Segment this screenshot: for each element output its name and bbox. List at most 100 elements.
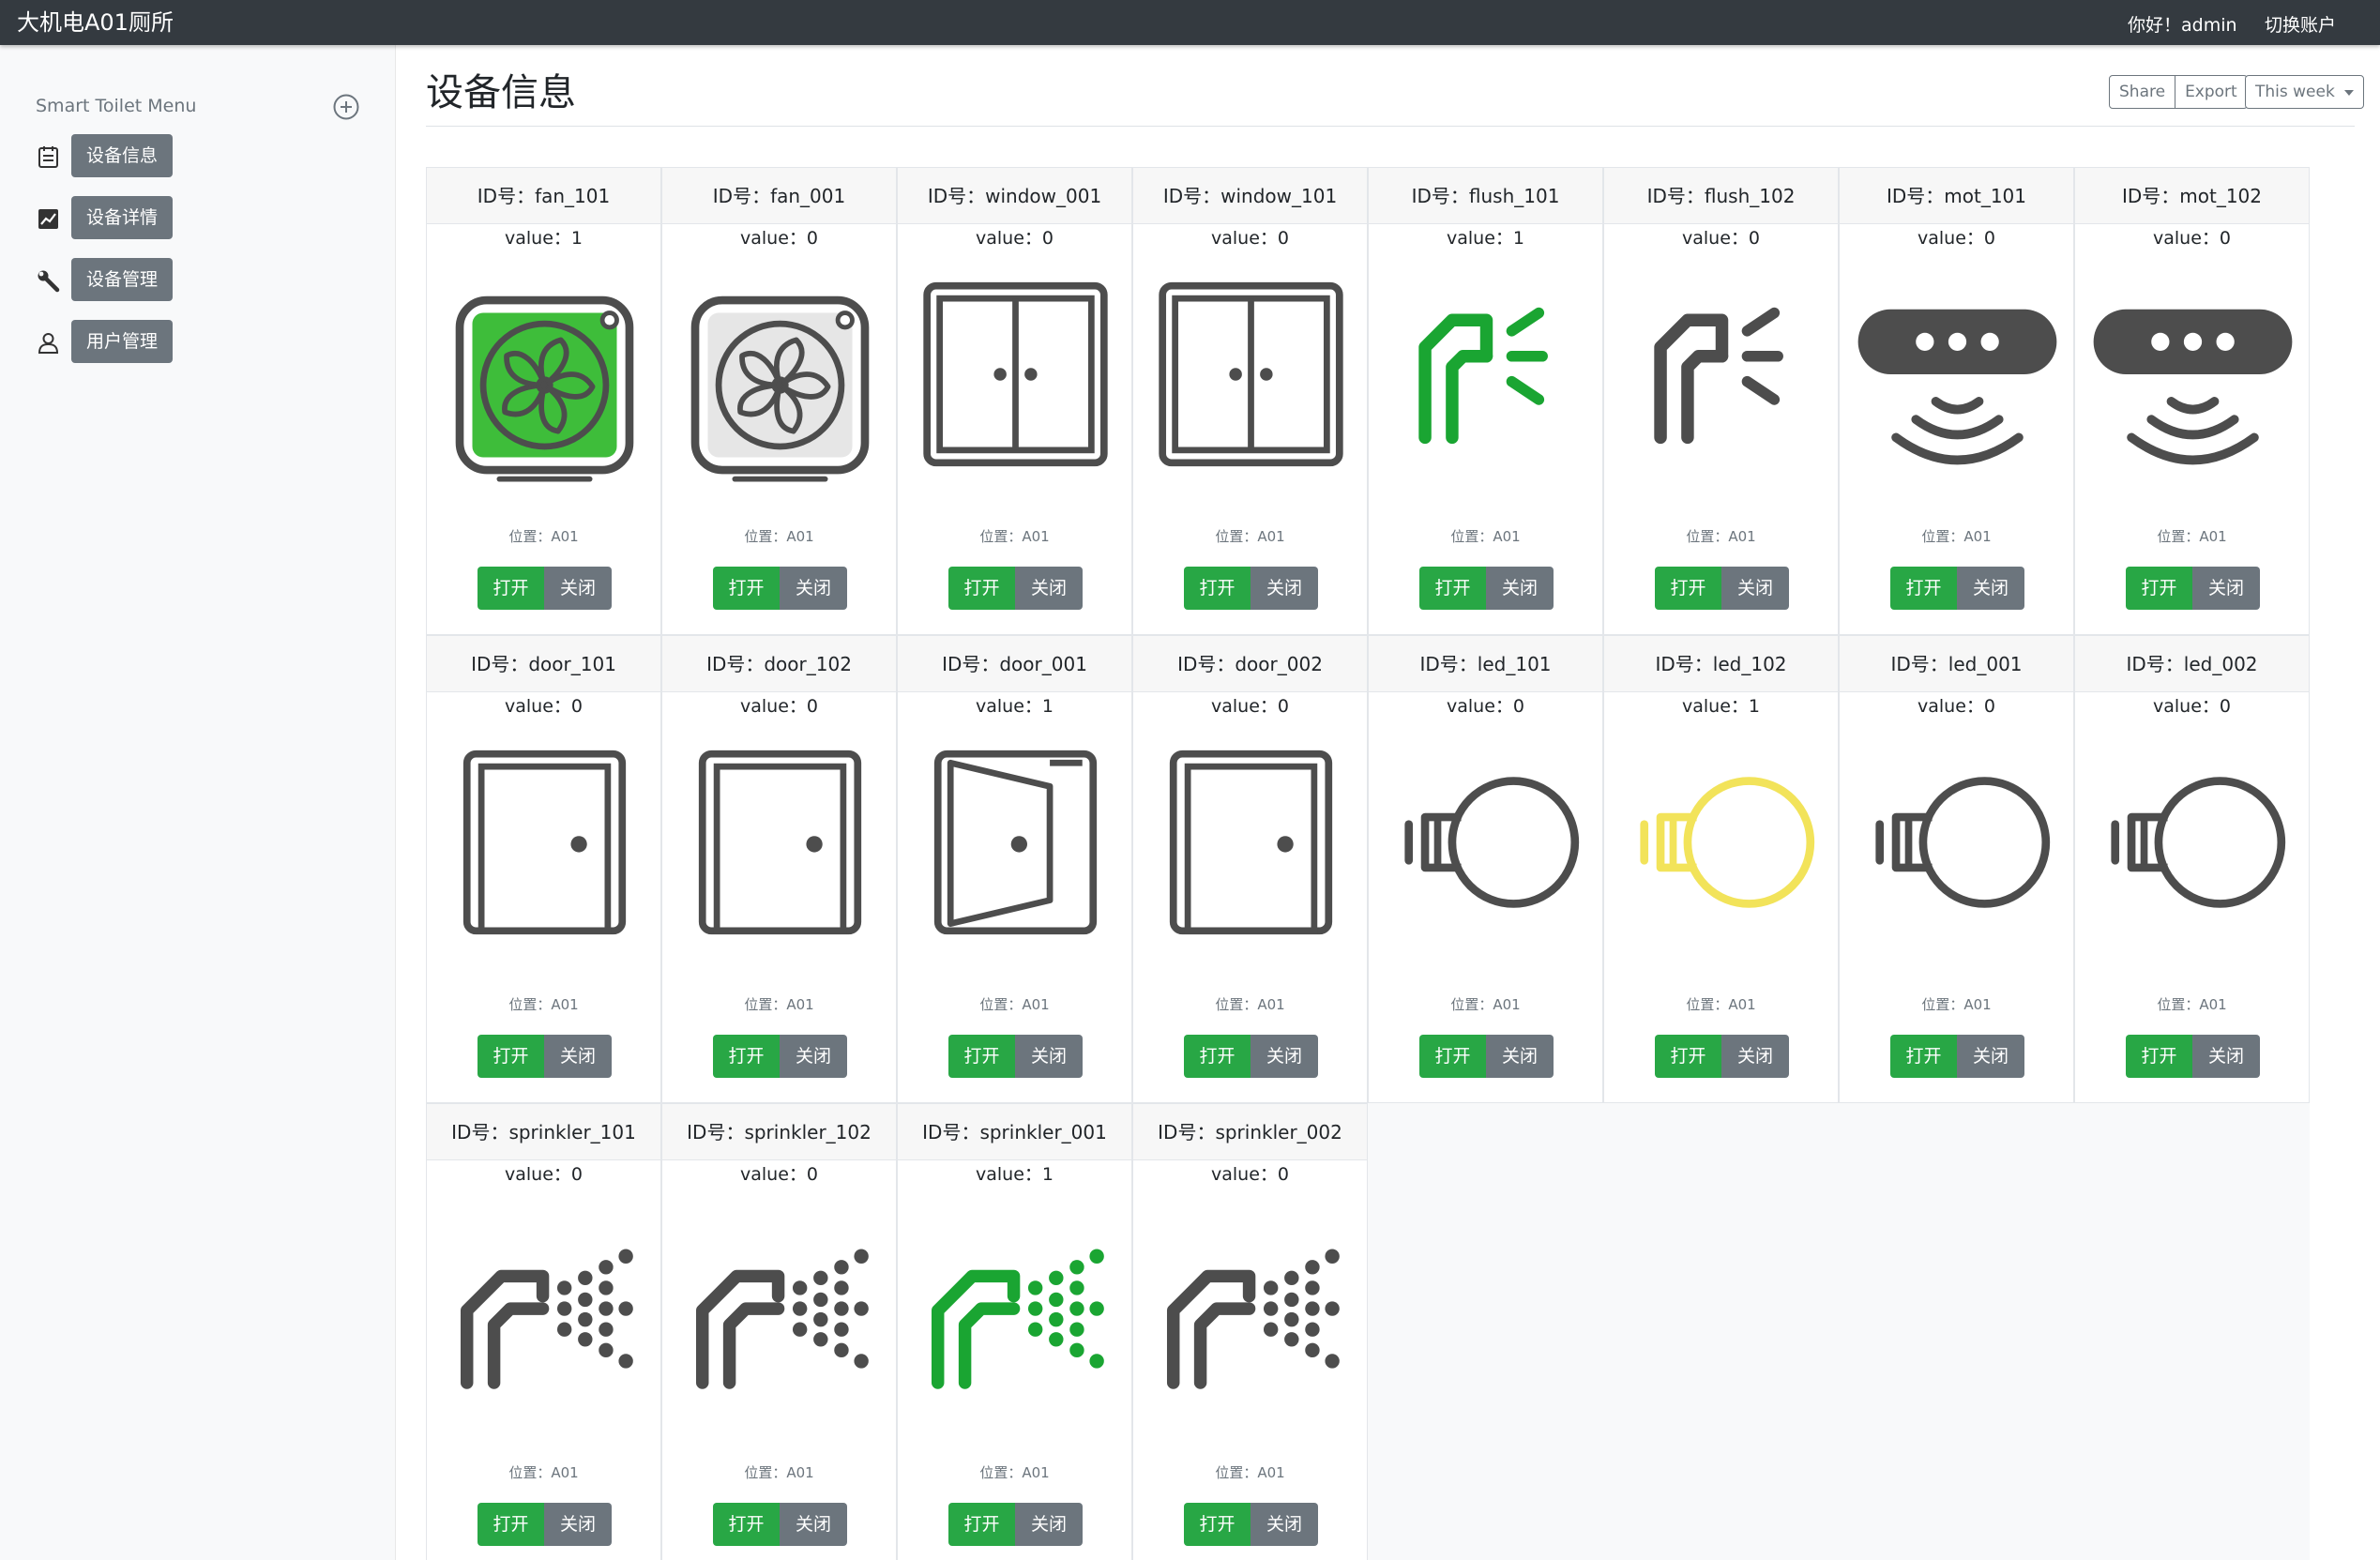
close-button[interactable]: 关闭 — [780, 1503, 847, 1546]
sidebar-item-label[interactable]: 用户管理 — [71, 320, 174, 363]
sidebar-item-label[interactable]: 设备信息 — [71, 134, 174, 177]
device-id: ID号：door_101 — [427, 636, 660, 692]
date-range-label: This week — [2255, 83, 2335, 101]
light-bulb-icon — [1404, 777, 1580, 908]
window-icon — [923, 281, 1108, 467]
sidebar-item-device-info[interactable]: 设备信息 — [36, 134, 317, 177]
close-button[interactable]: 关闭 — [1251, 1503, 1318, 1546]
device-button-group: 打开 关闭 — [1419, 1035, 1554, 1078]
door-icon-wrapper — [1143, 730, 1359, 955]
user-icon — [38, 333, 59, 354]
device-id: ID号：mot_102 — [2075, 168, 2309, 224]
open-button[interactable]: 打开 — [478, 567, 544, 610]
sidebar-item-label[interactable]: 设备详情 — [71, 196, 174, 239]
device-id: ID号：sprinkler_002 — [1133, 1104, 1367, 1160]
sidebar: Smart Toilet Menu 设备信息 设备详情 设备管理 用户管理 — [0, 45, 396, 1560]
close-button[interactable]: 关闭 — [1251, 1035, 1318, 1078]
date-range-dropdown[interactable]: This week — [2245, 75, 2364, 109]
open-button[interactable]: 打开 — [713, 1503, 780, 1546]
device-location: 位置：A01 — [744, 996, 814, 1013]
close-button[interactable]: 关闭 — [1486, 1035, 1554, 1078]
close-button[interactable]: 关闭 — [544, 567, 612, 610]
sprinkler-icon — [931, 1249, 1104, 1389]
close-button[interactable]: 关闭 — [1015, 1503, 1083, 1546]
open-button[interactable]: 打开 — [948, 567, 1015, 610]
device-card: ID号：sprinkler_102 value：0 位置：A01 打开 关闭 — [661, 1103, 897, 1560]
open-button[interactable]: 打开 — [1184, 1035, 1251, 1078]
device-value: value：0 — [740, 696, 818, 717]
device-location: 位置：A01 — [508, 996, 579, 1013]
device-id: ID号：fan_001 — [662, 168, 896, 224]
app-title[interactable]: 大机电A01厕所 — [17, 9, 174, 36]
close-button[interactable]: 关闭 — [2192, 567, 2260, 610]
device-location: 位置：A01 — [1686, 528, 1756, 545]
light-bulb-icon — [1640, 777, 1815, 908]
device-card: ID号：door_101 value：0 位置：A01 打开 关闭 — [426, 635, 661, 1103]
sprinkler-icon-wrapper — [436, 1198, 653, 1423]
close-button[interactable]: 关闭 — [544, 1035, 612, 1078]
open-button[interactable]: 打开 — [1184, 567, 1251, 610]
open-button[interactable]: 打开 — [2126, 567, 2192, 610]
close-button[interactable]: 关闭 — [1015, 567, 1083, 610]
device-location: 位置：A01 — [508, 528, 579, 545]
close-button[interactable]: 关闭 — [780, 567, 847, 610]
open-button[interactable]: 打开 — [478, 1035, 544, 1078]
device-value: value：0 — [740, 1164, 818, 1185]
close-button[interactable]: 关闭 — [1015, 1035, 1083, 1078]
sidebar-item-label[interactable]: 设备管理 — [71, 258, 174, 301]
device-location: 位置：A01 — [1215, 996, 1285, 1013]
door-icon-wrapper — [672, 730, 888, 955]
open-button[interactable]: 打开 — [713, 567, 780, 610]
close-button[interactable]: 关闭 — [1486, 567, 1554, 610]
open-button[interactable]: 打开 — [1655, 1035, 1721, 1078]
open-button[interactable]: 打开 — [948, 1035, 1015, 1078]
open-button[interactable]: 打开 — [1184, 1503, 1251, 1546]
device-location: 位置：A01 — [508, 1464, 579, 1481]
close-button[interactable]: 关闭 — [2192, 1035, 2260, 1078]
flush-icon — [1418, 307, 1548, 445]
close-button[interactable]: 关闭 — [1721, 1035, 1789, 1078]
device-card: ID号：led_002 value：0 位置：A01 打开 关闭 — [2074, 635, 2310, 1103]
device-id: ID号：sprinkler_001 — [898, 1104, 1131, 1160]
led-icon-wrapper — [1614, 730, 1830, 955]
close-button[interactable]: 关闭 — [1251, 567, 1318, 610]
open-button[interactable]: 打开 — [2126, 1035, 2192, 1078]
device-card: ID号：mot_102 value：0 位置：A01 打开 关闭 — [2074, 167, 2310, 635]
open-button[interactable]: 打开 — [1890, 567, 1957, 610]
sidebar-item-user-management[interactable]: 用户管理 — [36, 320, 317, 363]
close-button[interactable]: 关闭 — [780, 1035, 847, 1078]
door-icon-wrapper — [907, 730, 1124, 955]
open-button[interactable]: 打开 — [948, 1503, 1015, 1546]
close-button[interactable]: 关闭 — [1957, 567, 2024, 610]
device-id: ID号：mot_101 — [1840, 168, 2073, 224]
device-value: value：0 — [976, 228, 1054, 249]
open-button[interactable]: 打开 — [1419, 1035, 1486, 1078]
plus-circle-icon[interactable] — [331, 92, 361, 122]
device-button-group: 打开 关闭 — [2126, 567, 2260, 610]
sidebar-item-device-details[interactable]: 设备详情 — [36, 196, 317, 239]
fan-icon — [455, 295, 634, 482]
sprinkler-icon-wrapper — [1143, 1198, 1359, 1423]
motion-sensor-icon — [1857, 309, 2057, 465]
device-value: value：0 — [1918, 696, 1995, 717]
open-button[interactable]: 打开 — [478, 1503, 544, 1546]
open-button[interactable]: 打开 — [1419, 567, 1486, 610]
device-location: 位置：A01 — [744, 1464, 814, 1481]
page-title: 设备信息 — [426, 71, 576, 114]
open-button[interactable]: 打开 — [1890, 1035, 1957, 1078]
switch-account-link[interactable]: 切换账户 — [2265, 11, 2336, 37]
share-button[interactable]: Share — [2109, 75, 2176, 109]
close-button[interactable]: 关闭 — [1957, 1035, 2024, 1078]
device-id: ID号：fan_101 — [427, 168, 660, 224]
device-location: 位置：A01 — [1450, 528, 1521, 545]
led-icon-wrapper — [1849, 730, 2066, 955]
sidebar-item-device-management[interactable]: 设备管理 — [36, 258, 317, 301]
open-button[interactable]: 打开 — [1655, 567, 1721, 610]
export-button[interactable]: Export — [2175, 75, 2248, 109]
user-greeting: 你好！admin — [2128, 15, 2237, 36]
close-button[interactable]: 关闭 — [1721, 567, 1789, 610]
device-value: value：0 — [1211, 1164, 1289, 1185]
close-button[interactable]: 关闭 — [544, 1503, 612, 1546]
device-id: ID号：window_101 — [1133, 168, 1367, 224]
open-button[interactable]: 打开 — [713, 1035, 780, 1078]
